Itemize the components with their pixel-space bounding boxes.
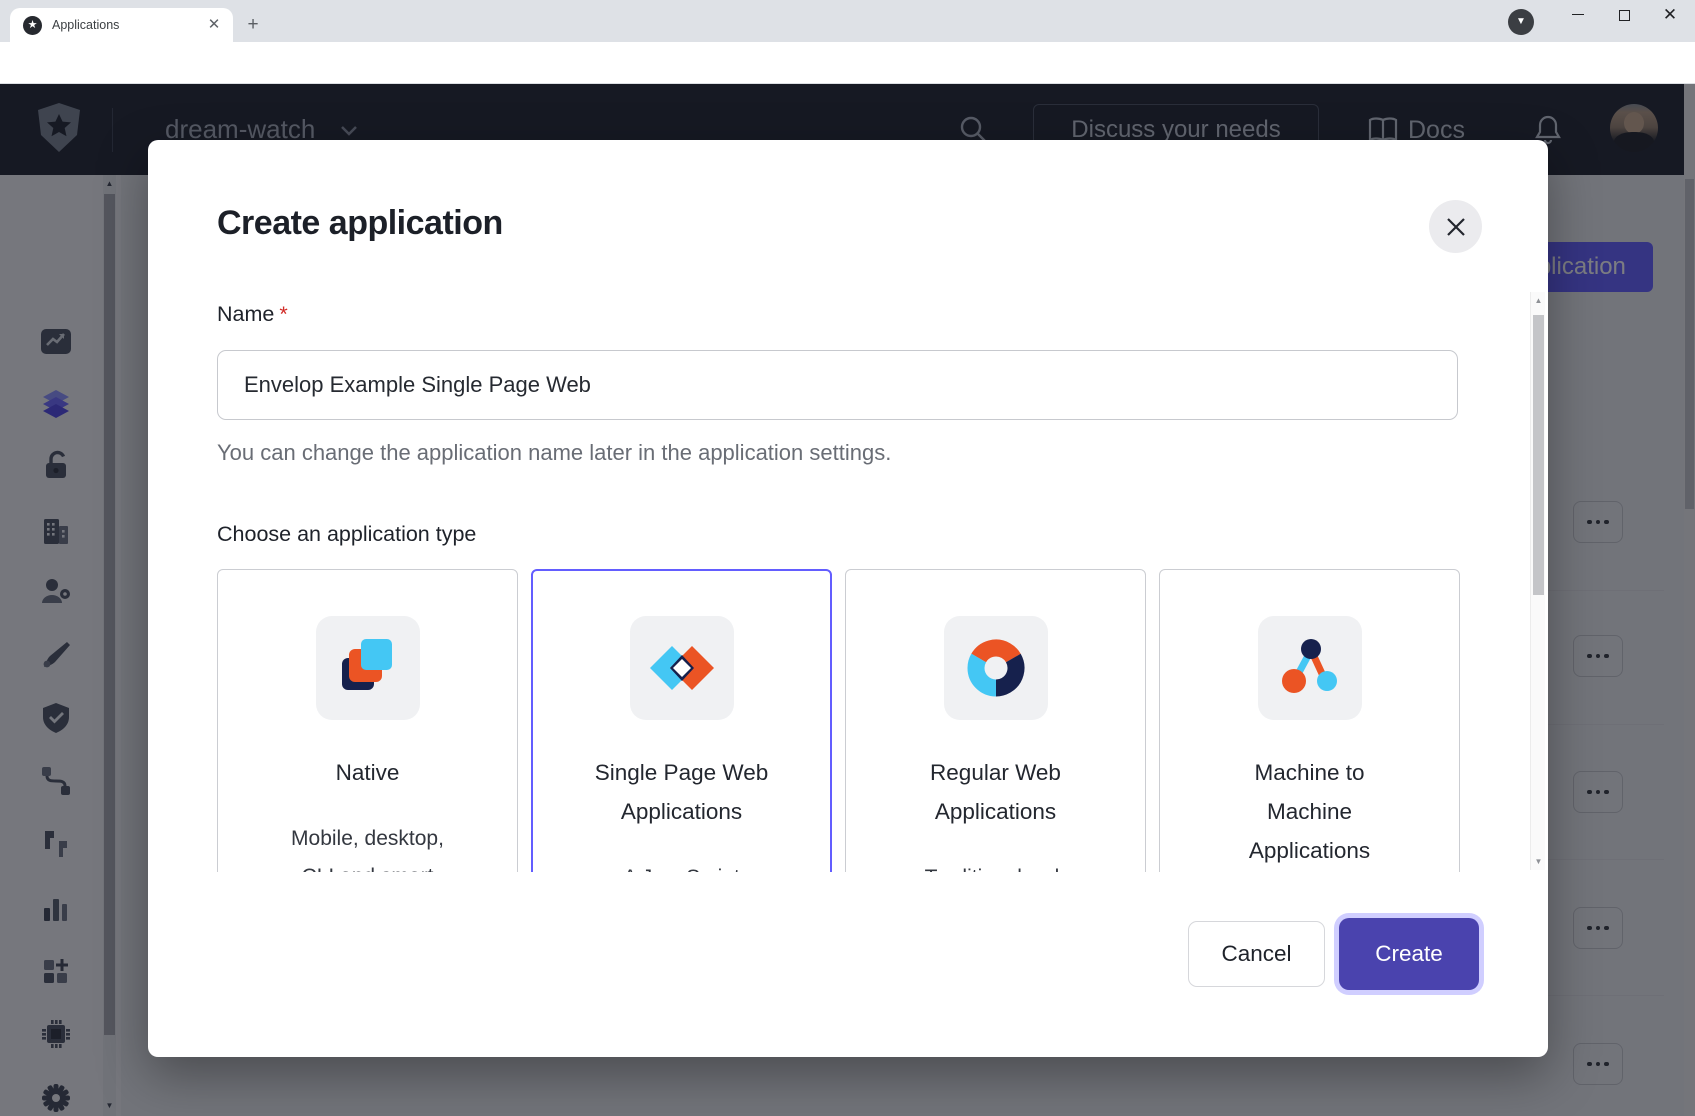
native-icon xyxy=(316,616,420,720)
app-type-card-native[interactable]: Native Mobile, desktop, CLI and smart xyxy=(217,569,518,872)
card-description: Traditional web xyxy=(846,859,1145,872)
card-description: Mobile, desktop, CLI and smart xyxy=(218,820,517,872)
modal-scroll-up-icon[interactable]: ▲ xyxy=(1531,296,1546,305)
browser-window: ★ Applications ✕ + ▼ ✕ ← → manage.auth0.… xyxy=(0,0,1695,1116)
application-type-cards: Native Mobile, desktop, CLI and smart xyxy=(217,569,1460,872)
app-type-card-machine-to-machine[interactable]: Machine to Machine Applications xyxy=(1159,569,1460,872)
window-close-button[interactable]: ✕ xyxy=(1655,4,1685,28)
app-type-card-spa-selected[interactable]: Single Page Web Applications A JavaScrip… xyxy=(531,569,832,872)
tab-strip: ★ Applications ✕ + ▼ ✕ xyxy=(0,0,1695,42)
card-description: A JavaScript xyxy=(533,859,830,872)
name-helper-text: You can change the application name late… xyxy=(217,440,891,466)
cancel-button[interactable]: Cancel xyxy=(1188,921,1325,987)
tab-title: Applications xyxy=(52,18,205,32)
app-type-card-regular-web[interactable]: Regular Web Applications Traditional web xyxy=(845,569,1146,872)
single-page-app-icon xyxy=(630,616,734,720)
modal-scrollbar[interactable]: ▲ ▼ xyxy=(1530,292,1545,870)
auth0-page: dream-watch Discuss your needs Docs ▲ ▼ xyxy=(0,84,1695,1116)
create-application-modal: Create application Name* You can change … xyxy=(148,140,1548,1057)
tab-close-icon[interactable]: ✕ xyxy=(205,16,223,34)
card-title: Single Page Web Applications xyxy=(533,753,830,831)
new-tab-button[interactable]: + xyxy=(243,15,263,35)
application-name-input[interactable] xyxy=(217,350,1458,420)
browser-update-icon[interactable]: ▼ xyxy=(1508,9,1534,35)
create-button[interactable]: Create xyxy=(1339,918,1479,990)
modal-scroll-down-icon[interactable]: ▼ xyxy=(1531,857,1546,866)
card-title: Regular Web Applications xyxy=(846,753,1145,831)
modal-close-button[interactable] xyxy=(1429,200,1482,253)
window-maximize-button[interactable] xyxy=(1609,4,1639,28)
card-title: Native xyxy=(218,753,517,792)
window-minimize-button[interactable] xyxy=(1563,4,1593,28)
name-label: Name* xyxy=(217,302,288,327)
browser-toolbar: ← → manage.auth0.com/dashboard/eu/dream-… xyxy=(0,42,1695,84)
regular-web-app-icon xyxy=(944,616,1048,720)
application-type-label: Choose an application type xyxy=(217,522,476,547)
close-icon xyxy=(1445,216,1467,238)
required-mark: * xyxy=(279,302,287,326)
auth0-favicon: ★ xyxy=(23,16,42,35)
card-title: Machine to Machine Applications xyxy=(1160,753,1459,870)
modal-scrollbar-thumb[interactable] xyxy=(1533,315,1544,595)
modal-title: Create application xyxy=(217,204,503,243)
browser-tab[interactable]: ★ Applications ✕ xyxy=(10,8,233,42)
machine-to-machine-icon xyxy=(1258,616,1362,720)
